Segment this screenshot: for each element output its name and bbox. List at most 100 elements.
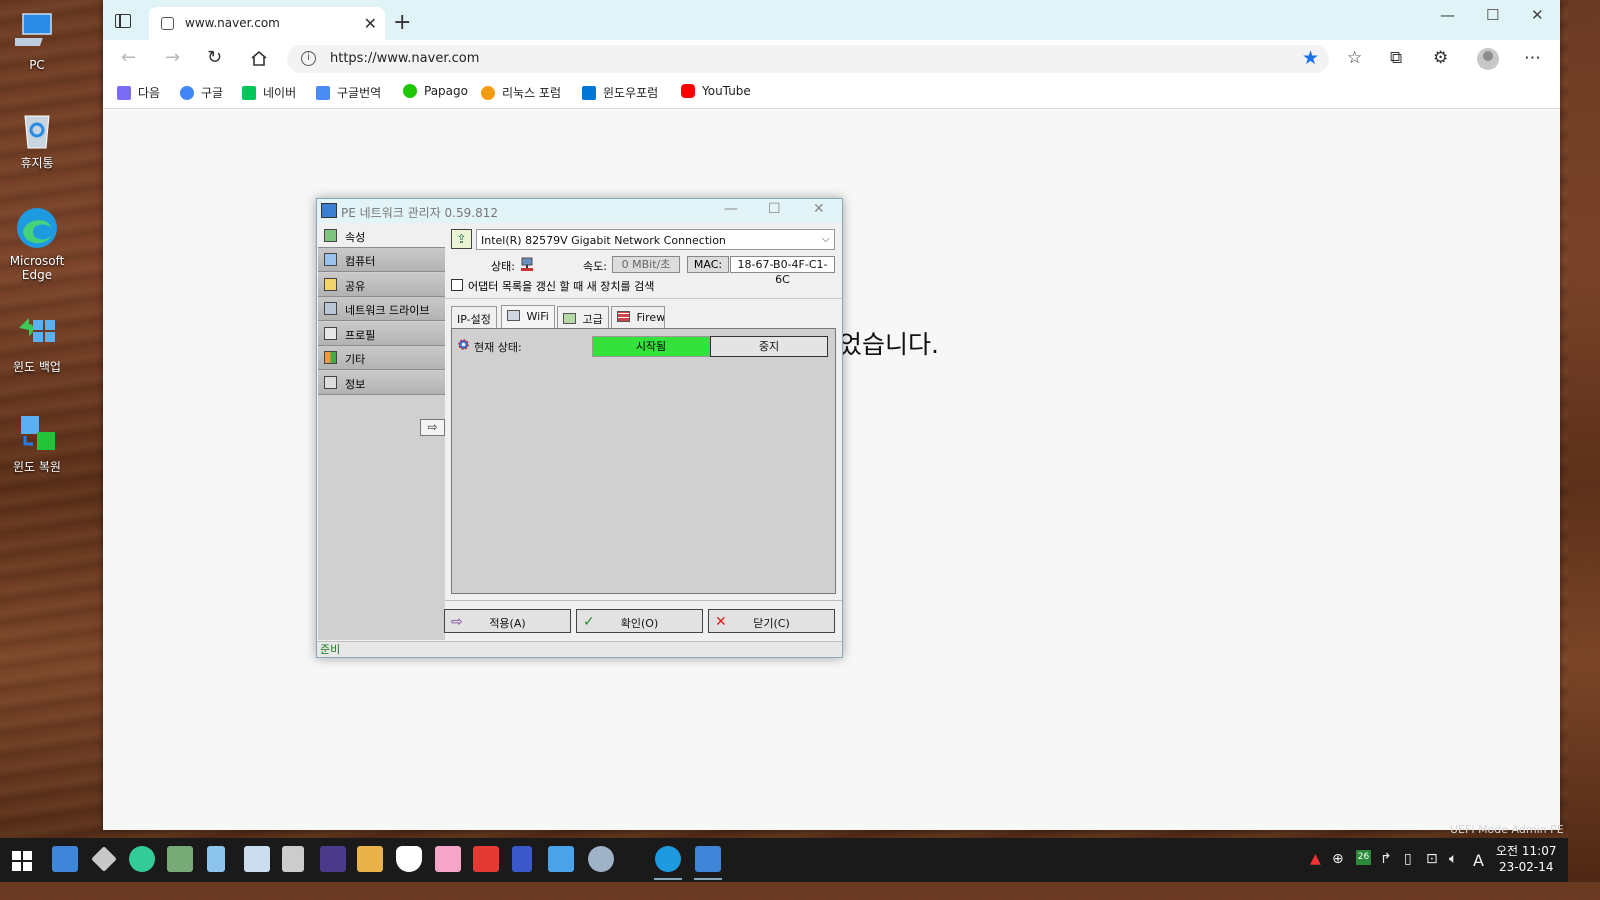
refresh-new-devices-checkbox[interactable] [451,279,463,291]
clock[interactable]: 오전 11:07 23-02-14 [1496,843,1556,875]
back-icon[interactable]: ← [121,47,136,68]
desktop-icon-label: 휴지통 [20,156,54,170]
tray-network-icon[interactable]: ⊡ [1426,851,1438,867]
extensions-icon[interactable]: ⚙ [1433,48,1448,68]
minimize-icon[interactable]: — [1440,6,1455,24]
collections-icon[interactable]: ⧉ [1390,48,1402,68]
misc-icon [324,351,337,364]
bookmark-daum[interactable]: 다음 [117,84,160,101]
ime-indicator[interactable]: A [1473,851,1484,870]
bookmark-papago[interactable]: Papago [403,84,468,98]
taskbar-explorer-icon[interactable] [244,846,270,872]
close-window-icon[interactable]: ✕ [1531,6,1544,24]
taskbar-partition-icon[interactable] [129,846,155,872]
new-tab-icon[interactable]: + [393,10,411,35]
bookmark-label: 다음 [138,86,161,100]
tab-actions-icon[interactable] [115,14,131,28]
tab-advanced[interactable]: 고급 [557,306,609,328]
bookmark-label: 네이버 [263,86,297,100]
tray-share-icon[interactable]: ↱ [1380,851,1392,867]
desktop-icon-backup[interactable]: 윈도 백업 [2,312,72,374]
taskbar-media-icon[interactable] [320,846,346,872]
home-icon[interactable] [250,50,268,67]
taskbar-shield-icon[interactable] [396,846,422,872]
tab-ip-settings[interactable]: IP-설정 [451,306,497,328]
collapse-sidebar-button[interactable]: ⇨ [420,419,445,436]
refresh-icon[interactable]: ↻ [207,47,222,68]
google-icon [180,85,194,100]
taskbar-edge-icon[interactable] [655,846,681,872]
sidebar-item-profile[interactable]: 프로필 [318,322,445,346]
sidebar-item-label: 네트워크 드라이브 [345,304,430,317]
bookmark-google[interactable]: 구글 [180,84,223,101]
tab-label: IP-설정 [457,313,491,326]
tray-volume-icon[interactable]: 🔈︎ [1449,851,1457,867]
bookmark-youtube[interactable]: YouTube [681,84,751,98]
tab-wifi[interactable]: WiFi [501,305,555,328]
tab-close-icon[interactable]: ✕ [364,14,377,33]
tray-warning-icon[interactable]: ▲ [1310,851,1321,867]
forward-icon[interactable]: → [165,47,180,68]
tab-label: 고급 [582,313,603,326]
ok-button[interactable]: ✓ 확인(O) [576,609,703,633]
site-info-icon[interactable]: i [301,51,316,66]
adapter-refresh-icon[interactable]: ⇪ [451,229,472,249]
maximize-icon[interactable]: ☐ [1486,6,1499,24]
stop-button[interactable]: 중지 [710,336,828,357]
browser-tab[interactable]: www.naver.com ✕ [149,7,385,40]
profile-avatar[interactable] [1477,48,1499,70]
tray-usb-icon[interactable]: ▯ [1404,851,1412,867]
wifi-icon [507,310,520,321]
start-button[interactable] [12,851,32,871]
sidebar-item-info[interactable]: 정보 [318,371,445,395]
sidebar-item-share[interactable]: 공유 [318,273,445,297]
dialog-sidebar: 속성 컴퓨터 공유 네트워크 드라이브 프로필 기타 정보 ⇨ [318,224,445,640]
taskbar-anydesk-icon[interactable] [473,846,499,872]
desktop-icon-restore[interactable]: 윈도 복원 [2,412,72,474]
sidebar-item-properties[interactable]: 속성 [318,224,445,248]
apply-button-label: 적용(A) [489,617,526,630]
network-drive-icon [324,302,337,315]
sidebar-item-computer[interactable]: 컴퓨터 [318,248,445,272]
taskbar-disk-icon[interactable] [167,846,193,872]
sidebar-item-misc[interactable]: 기타 [318,346,445,370]
bookmark-google-translate[interactable]: 구글번역 [316,84,381,101]
taskbar-pe-network-icon[interactable] [695,846,721,872]
desktop-icon-pc[interactable]: PC [2,10,72,72]
bookmark-linux-forum[interactable]: 리눅스 포럼 [481,84,561,101]
desktop-icon-recycle-bin[interactable]: 휴지통 [2,108,72,170]
taskbar-tools-icon[interactable] [282,846,304,872]
sidebar-item-label: 정보 [345,378,366,391]
started-status[interactable]: 시작됨 [592,336,710,357]
tab-firewall[interactable]: Firew [611,306,665,328]
close-button[interactable]: ✕ 닫기(C) [708,609,835,633]
taskbar-windows-tool-icon[interactable] [435,846,461,872]
adapter-select[interactable]: Intel(R) 82579V Gigabit Network Connecti… [476,229,835,250]
desktop-icon-edge[interactable]: Microsoft Edge [2,206,72,282]
browser-toolbar: ← → ↻ i https://www.naver.com ★ ☆ ⧉ ⚙ ⋯ [103,40,1560,78]
sidebar-item-network-drive[interactable]: 네트워크 드라이브 [318,297,445,321]
taskbar-file-icon[interactable] [207,846,225,872]
taskbar-network-manager-icon[interactable] [52,846,78,872]
dialog-minimize-icon[interactable]: — [724,201,738,217]
more-menu-icon[interactable]: ⋯ [1524,48,1541,68]
bookmark-naver[interactable]: 네이버 [242,84,296,101]
taskbar-windows-install-icon[interactable] [548,846,574,872]
dialog-maximize-icon[interactable]: ☐ [768,201,781,217]
favorites-icon[interactable]: ☆ [1347,48,1362,68]
tray-badge[interactable]: 26 [1356,850,1371,865]
bookmark-windows-forum[interactable]: 윈도우포럼 [582,84,658,101]
taskbar-phone-icon[interactable] [512,846,532,872]
tray-globe-icon[interactable]: ⊕ [1332,851,1344,867]
taskbar-transfer-icon[interactable] [357,846,383,872]
favorite-star-icon[interactable]: ★ [1302,47,1319,69]
apply-button[interactable]: ⇨ 적용(A) [444,609,571,633]
taskbar-disc-icon[interactable] [588,846,614,872]
taskbar-tool-icon[interactable] [91,846,117,872]
papago-icon [403,84,417,98]
dialog-close-icon[interactable]: ✕ [813,201,825,217]
tab-label: Firew [636,311,665,324]
youtube-icon [681,84,695,98]
address-bar[interactable]: i https://www.naver.com ★ [287,45,1329,73]
ok-button-label: 확인(O) [620,617,659,630]
